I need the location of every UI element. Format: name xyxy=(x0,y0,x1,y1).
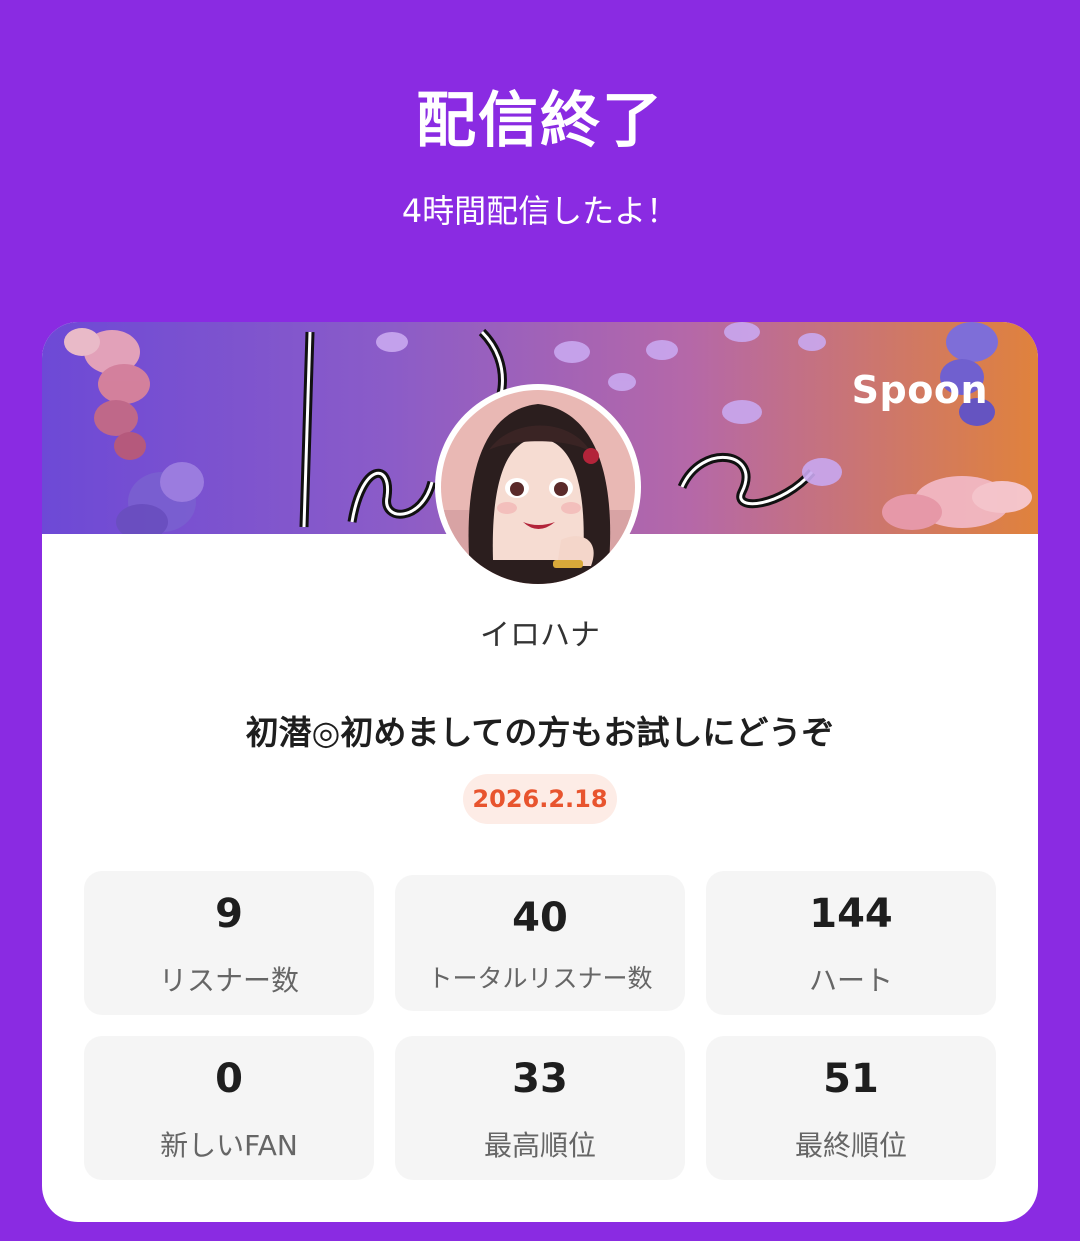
stat-value: 9 xyxy=(215,891,243,937)
stat-new-fans: 0 新しいFAN xyxy=(84,1036,374,1180)
spoon-logo: Spoon xyxy=(851,368,988,412)
date-badge: 2026.2.18 xyxy=(463,774,617,824)
stat-value: 144 xyxy=(809,891,893,937)
username: イロハナ xyxy=(480,618,600,653)
stat-total-listeners: 40 トータルリスナー数 xyxy=(395,875,685,1011)
stat-label: トータルリスナー数 xyxy=(427,964,653,993)
stat-label: 最終順位 xyxy=(794,1129,907,1162)
stat-label: 新しいFAN xyxy=(160,1129,298,1162)
stat-value: 0 xyxy=(215,1056,243,1102)
header-title: 配信終了 xyxy=(416,86,664,156)
stat-label: ハート xyxy=(808,964,893,997)
avatar[interactable] xyxy=(435,384,641,590)
stream-title: 初潜◎初めましての方もお試しにどうぞ xyxy=(245,713,835,752)
stat-listeners: 9 リスナー数 xyxy=(84,871,374,1015)
stat-value: 33 xyxy=(512,1056,568,1102)
stat-value: 40 xyxy=(512,895,568,941)
header-subtitle: 4時間配信したよ！ xyxy=(401,192,679,230)
stat-final-rank: 51 最終順位 xyxy=(706,1036,996,1180)
broadcast-summary-card: Spoon イロハナ 初潜◎初めましての方もお試しにどうぞ 2026.2.18 … xyxy=(42,322,1038,1222)
stat-label: リスナー数 xyxy=(158,964,299,997)
stat-hearts: 144 ハート xyxy=(706,871,996,1015)
stat-highest-rank: 33 最高順位 xyxy=(395,1036,685,1180)
avatar-image xyxy=(441,390,635,584)
stat-value: 51 xyxy=(823,1056,879,1102)
stat-label: 最高順位 xyxy=(483,1129,596,1162)
